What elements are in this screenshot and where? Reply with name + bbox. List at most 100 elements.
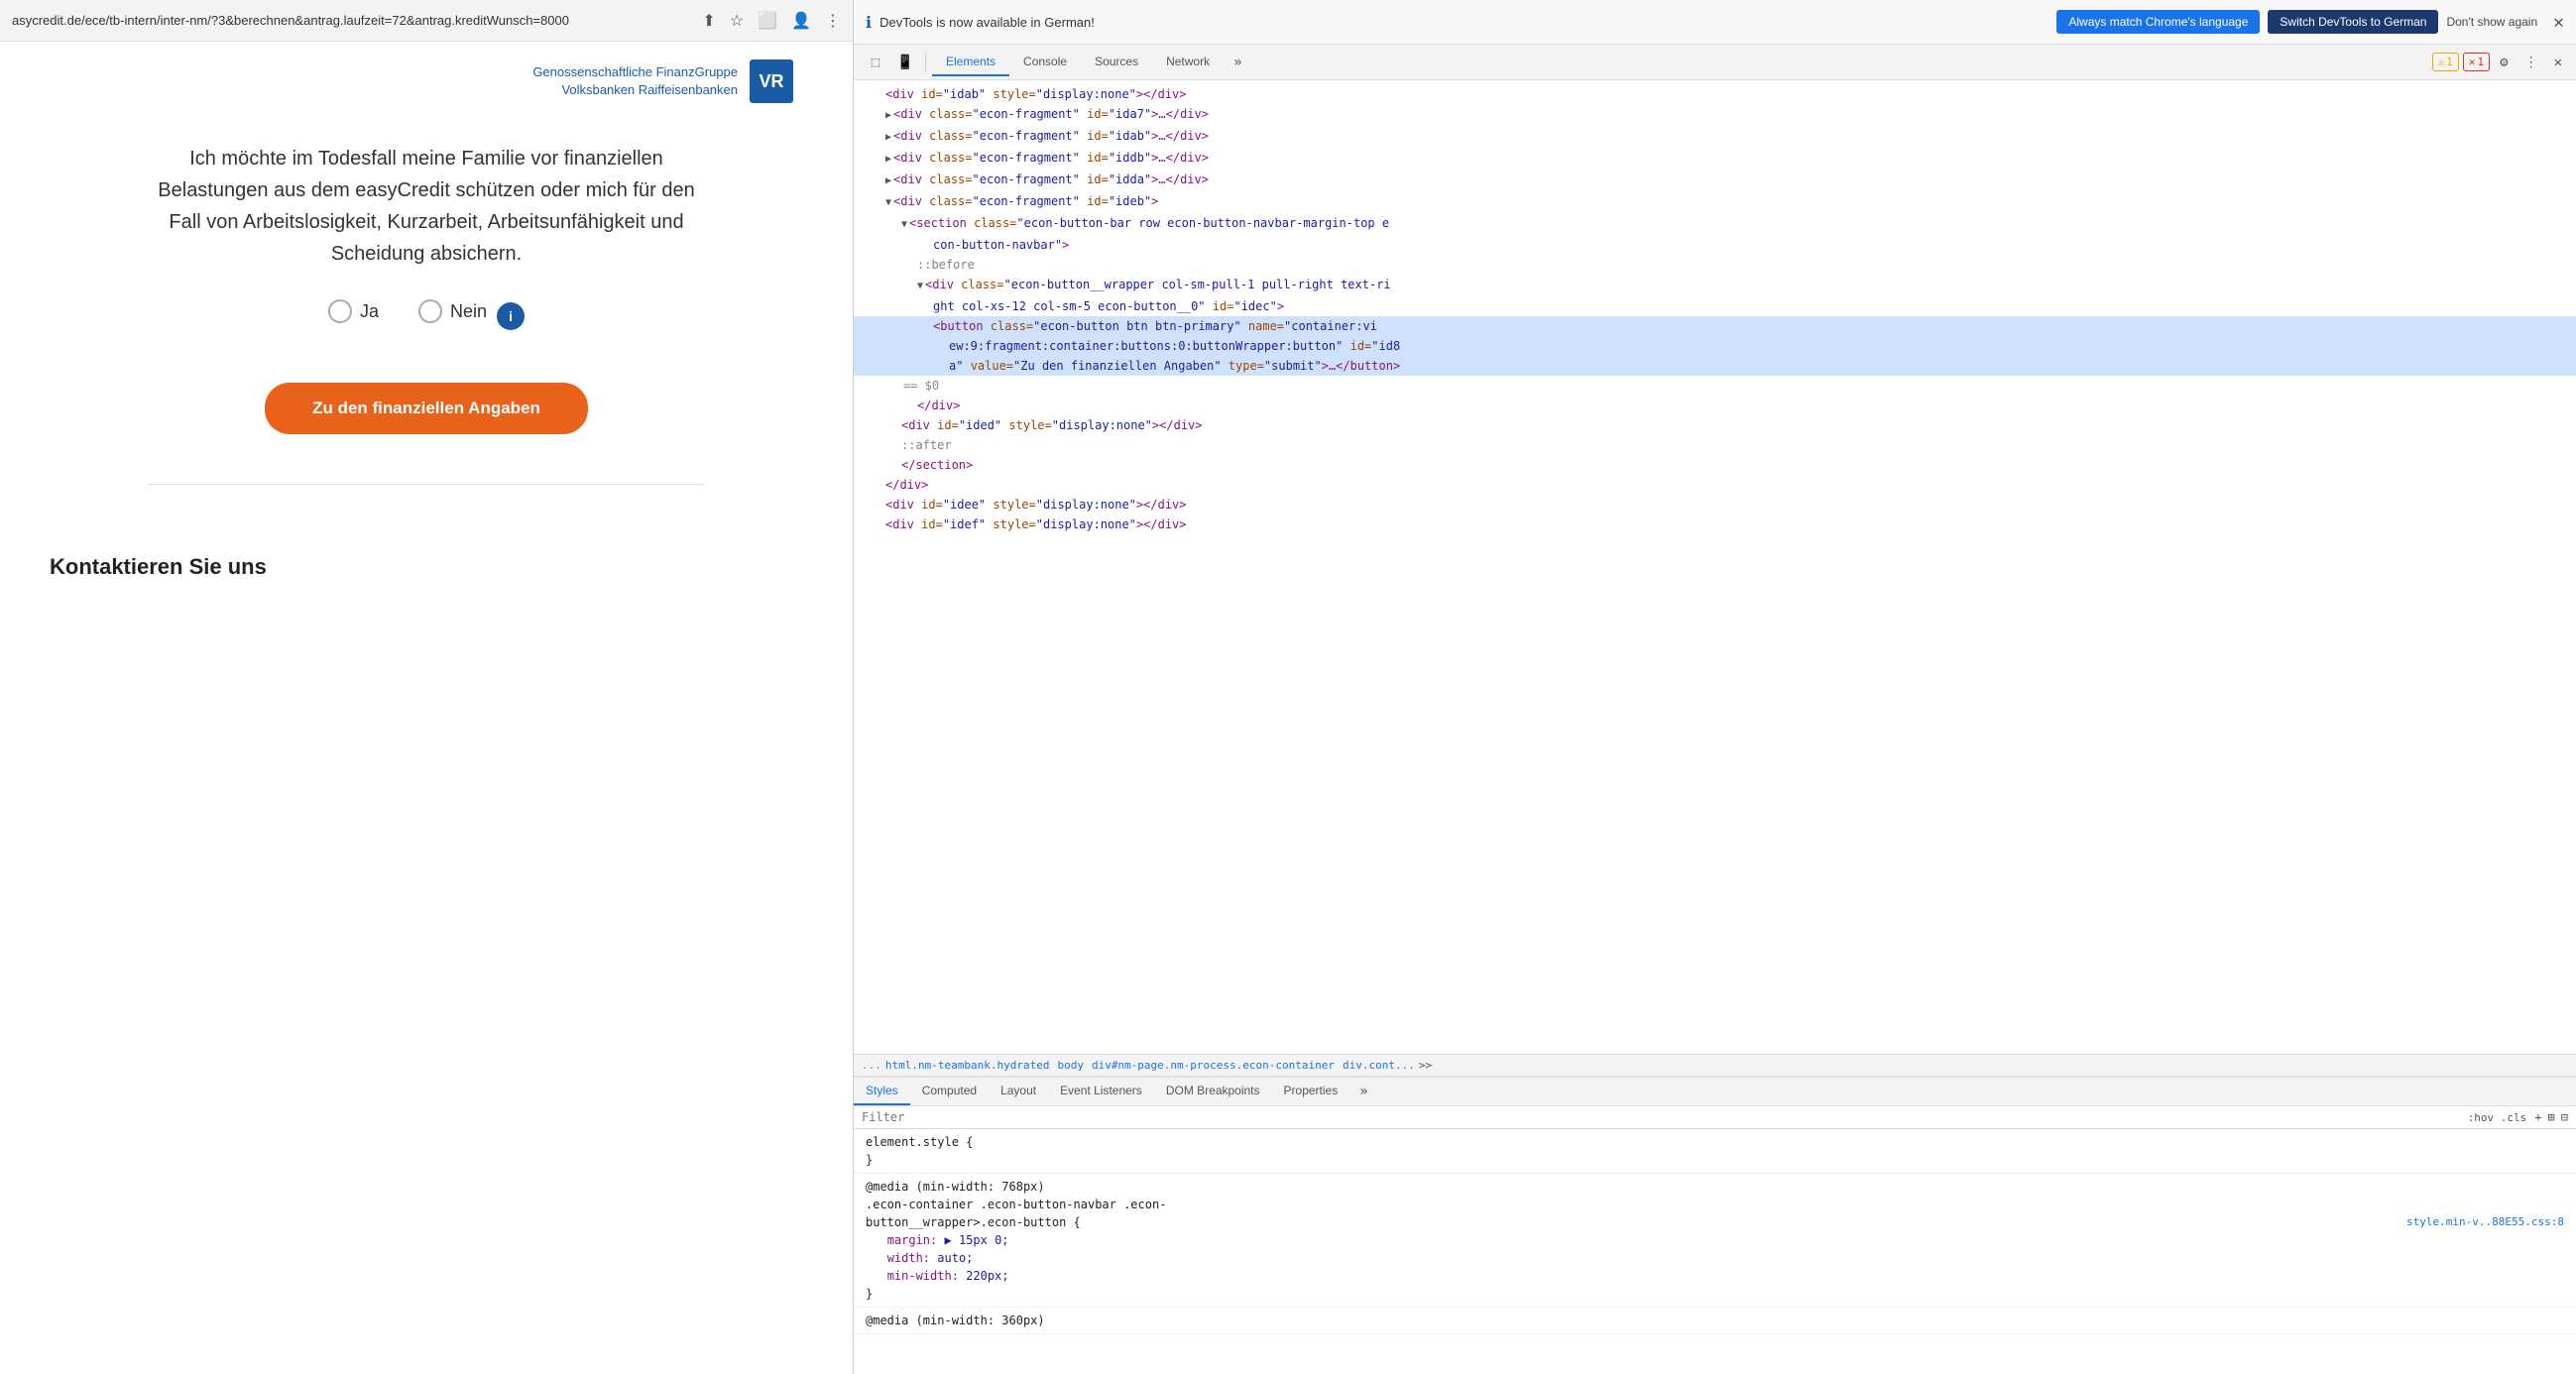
html-tree: <div id="idab" style="display:none"></di… — [854, 80, 2576, 1054]
more-options-icon[interactable]: ⋮ — [2518, 51, 2544, 74]
error-count: 1 — [2478, 56, 2485, 68]
triangle-idda[interactable]: ▶ — [885, 175, 891, 186]
profile-icon[interactable]: 👤 — [791, 11, 811, 31]
info-notification-icon: ℹ — [866, 13, 872, 32]
radio-nein-circle[interactable] — [418, 299, 442, 323]
tree-line-section[interactable]: ▼<section class="econ-button-bar row eco… — [854, 213, 2576, 235]
triangle-section[interactable]: ▼ — [901, 219, 907, 230]
tree-line-after: ::after — [854, 435, 2576, 455]
settings-icon[interactable]: ⚙ — [2494, 51, 2514, 74]
url-display: asycredit.de/ece/tb-intern/inter-nm/?3&b… — [12, 13, 694, 28]
css-rule-element-style: element.style { } — [854, 1129, 2576, 1174]
devtools-toolbar: ⬚ 📱 Elements Console Sources Network » ⚠… — [854, 45, 2576, 80]
warning-count: 1 — [2446, 56, 2453, 68]
webpage-content: Genossenschaftliche FinanzGruppe Volksba… — [0, 42, 853, 1374]
tree-line-close-div: </div> — [854, 396, 2576, 415]
submit-button[interactable]: Zu den finanziellen Angaben — [265, 383, 588, 434]
triangle-div-wrapper[interactable]: ▼ — [917, 281, 923, 291]
error-badge: ✕ 1 — [2463, 53, 2490, 71]
radio-group: Ja Nein — [328, 299, 487, 323]
dollar-sign: == $0 — [854, 376, 2576, 396]
close-notification-button[interactable]: ✕ — [2553, 12, 2564, 33]
main-content: Ich möchte im Todesfall meine Familie vo… — [129, 113, 724, 524]
tab-computed[interactable]: Computed — [910, 1078, 989, 1105]
tab-sources[interactable]: Sources — [1081, 49, 1152, 76]
logo-line1: Genossenschaftliche FinanzGruppe — [532, 63, 738, 81]
radio-ja-label[interactable]: Ja — [328, 299, 379, 323]
triangle-ida7[interactable]: ▶ — [885, 110, 891, 121]
always-match-button[interactable]: Always match Chrome's language — [2056, 10, 2260, 34]
tree-line-idda[interactable]: ▶<div class="econ-fragment" id="idda">…<… — [854, 170, 2576, 191]
triangle-iddb[interactable]: ▶ — [885, 154, 891, 165]
triangle-idab[interactable]: ▶ — [885, 132, 891, 143]
breadcrumb-dots2: >> — [1419, 1059, 1432, 1072]
tree-line-button[interactable]: <button class="econ-button btn btn-prima… — [854, 316, 2576, 336]
breadcrumb-html[interactable]: html.nm-teambank.hydrated — [885, 1059, 1050, 1072]
radio-nein-label[interactable]: Nein — [418, 299, 487, 323]
tree-line-div-wrapper[interactable]: ▼<div class="econ-button__wrapper col-sm… — [854, 275, 2576, 296]
breadcrumb-body[interactable]: body — [1057, 1059, 1084, 1072]
css-media-query-360: @media (min-width: 360px) — [866, 1314, 1045, 1327]
styles-panel: :hov .cls + ⊞ ⊟ element.style { } @media… — [854, 1106, 2576, 1374]
close-devtools-button[interactable]: ✕ — [2548, 51, 2568, 74]
tree-line-button-cont1: ew:9:fragment:container:buttons:0:button… — [854, 336, 2576, 356]
dont-show-again[interactable]: Don't show again — [2446, 15, 2537, 29]
divider — [149, 484, 704, 485]
toggle-icon[interactable]: ⊟ — [2561, 1110, 2568, 1124]
filter-icons: + ⊞ ⊟ — [2534, 1110, 2568, 1124]
tab-elements[interactable]: Elements — [932, 49, 1009, 76]
radio-nein-text: Nein — [450, 301, 487, 322]
tree-line-idee: <div id="idee" style="display:none"></di… — [854, 495, 2576, 515]
css-rule-media-768: @media (min-width: 768px) .econ-containe… — [854, 1174, 2576, 1308]
bookmark-icon[interactable]: ☆ — [730, 11, 744, 31]
vr-logo-image: VR — [750, 59, 793, 103]
switch-devtools-button[interactable]: Switch DevTools to German — [2268, 10, 2438, 34]
filter-input[interactable] — [862, 1110, 2460, 1124]
device-toolbar-button[interactable]: 📱 — [891, 49, 919, 76]
css-val-width: auto; — [930, 1251, 973, 1265]
layout-icon[interactable]: ⊞ — [2548, 1110, 2555, 1124]
tab-network[interactable]: Network — [1152, 49, 1224, 76]
css-prop-width: width: — [887, 1251, 930, 1265]
notification-text: DevTools is now available in German! — [879, 15, 2049, 30]
radio-row: Ja Nein i — [328, 299, 525, 333]
tab-properties[interactable]: Properties — [1272, 1078, 1350, 1105]
tree-line-ideb[interactable]: ▼<div class="econ-fragment" id="ideb"> — [854, 191, 2576, 213]
tab-more-button[interactable]: » — [1224, 49, 1251, 76]
share-icon[interactable]: ⬆ — [702, 11, 715, 31]
webpage-panel: asycredit.de/ece/tb-intern/inter-nm/?3&b… — [0, 0, 853, 1374]
devtools-alerts: ⚠ 1 ✕ 1 ⚙ ⋮ ✕ — [2432, 51, 2568, 74]
bottom-tab-more[interactable]: » — [1349, 1078, 1377, 1105]
breadcrumb-div-nm[interactable]: div#nm-page.nm-process.econ-container — [1092, 1059, 1335, 1072]
plus-icon[interactable]: + — [2534, 1110, 2541, 1124]
css-val-margin: ▶ 15px 0; — [937, 1233, 1008, 1247]
triangle-ideb[interactable]: ▼ — [885, 197, 891, 208]
css-source-768[interactable]: style.min-v..88E55.css:8 — [2406, 1213, 2564, 1231]
devtools-tabs: Elements Console Sources Network » — [932, 49, 1252, 76]
vr-logo-text: Genossenschaftliche FinanzGruppe Volksba… — [532, 63, 738, 99]
tab-styles[interactable]: Styles — [854, 1078, 910, 1105]
tab-dom-breakpoints[interactable]: DOM Breakpoints — [1154, 1078, 1272, 1105]
tree-line-iddb[interactable]: ▶<div class="econ-fragment" id="iddb">…<… — [854, 148, 2576, 170]
cast-icon[interactable]: ⬜ — [758, 11, 777, 31]
info-icon[interactable]: i — [497, 302, 525, 330]
tree-line-ida7[interactable]: ▶<div class="econ-fragment" id="ida7">…<… — [854, 104, 2576, 126]
radio-ja-circle[interactable] — [328, 299, 352, 323]
css-prop-min-width: min-width: — [887, 1269, 959, 1283]
tab-layout[interactable]: Layout — [989, 1078, 1048, 1105]
warning-icon: ⚠ — [2438, 56, 2445, 68]
breadcrumb-div-cont[interactable]: div.cont... — [1343, 1059, 1415, 1072]
vr-logo-letter: VR — [759, 71, 783, 92]
bottom-tabs: Styles Computed Layout Event Listeners D… — [854, 1078, 2576, 1106]
css-selector-econ: .econ-container .econ-button-navbar .eco… — [866, 1198, 1166, 1211]
tab-event-listeners[interactable]: Event Listeners — [1048, 1078, 1154, 1105]
tree-line-idab2[interactable]: ▶<div class="econ-fragment" id="idab">…<… — [854, 126, 2576, 148]
contact-title: Kontaktieren Sie uns — [50, 554, 267, 580]
more-icon[interactable]: ⋮ — [825, 11, 841, 31]
devtools-breadcrumb: ... html.nm-teambank.hydrated body div#n… — [854, 1054, 2576, 1077]
inspect-element-button[interactable]: ⬚ — [862, 49, 889, 76]
filter-meta: :hov .cls — [2468, 1111, 2527, 1124]
css-val-min-width: 220px; — [959, 1269, 1009, 1283]
tab-console[interactable]: Console — [1009, 49, 1081, 76]
vr-logo-section: Genossenschaftliche FinanzGruppe Volksba… — [532, 42, 793, 113]
